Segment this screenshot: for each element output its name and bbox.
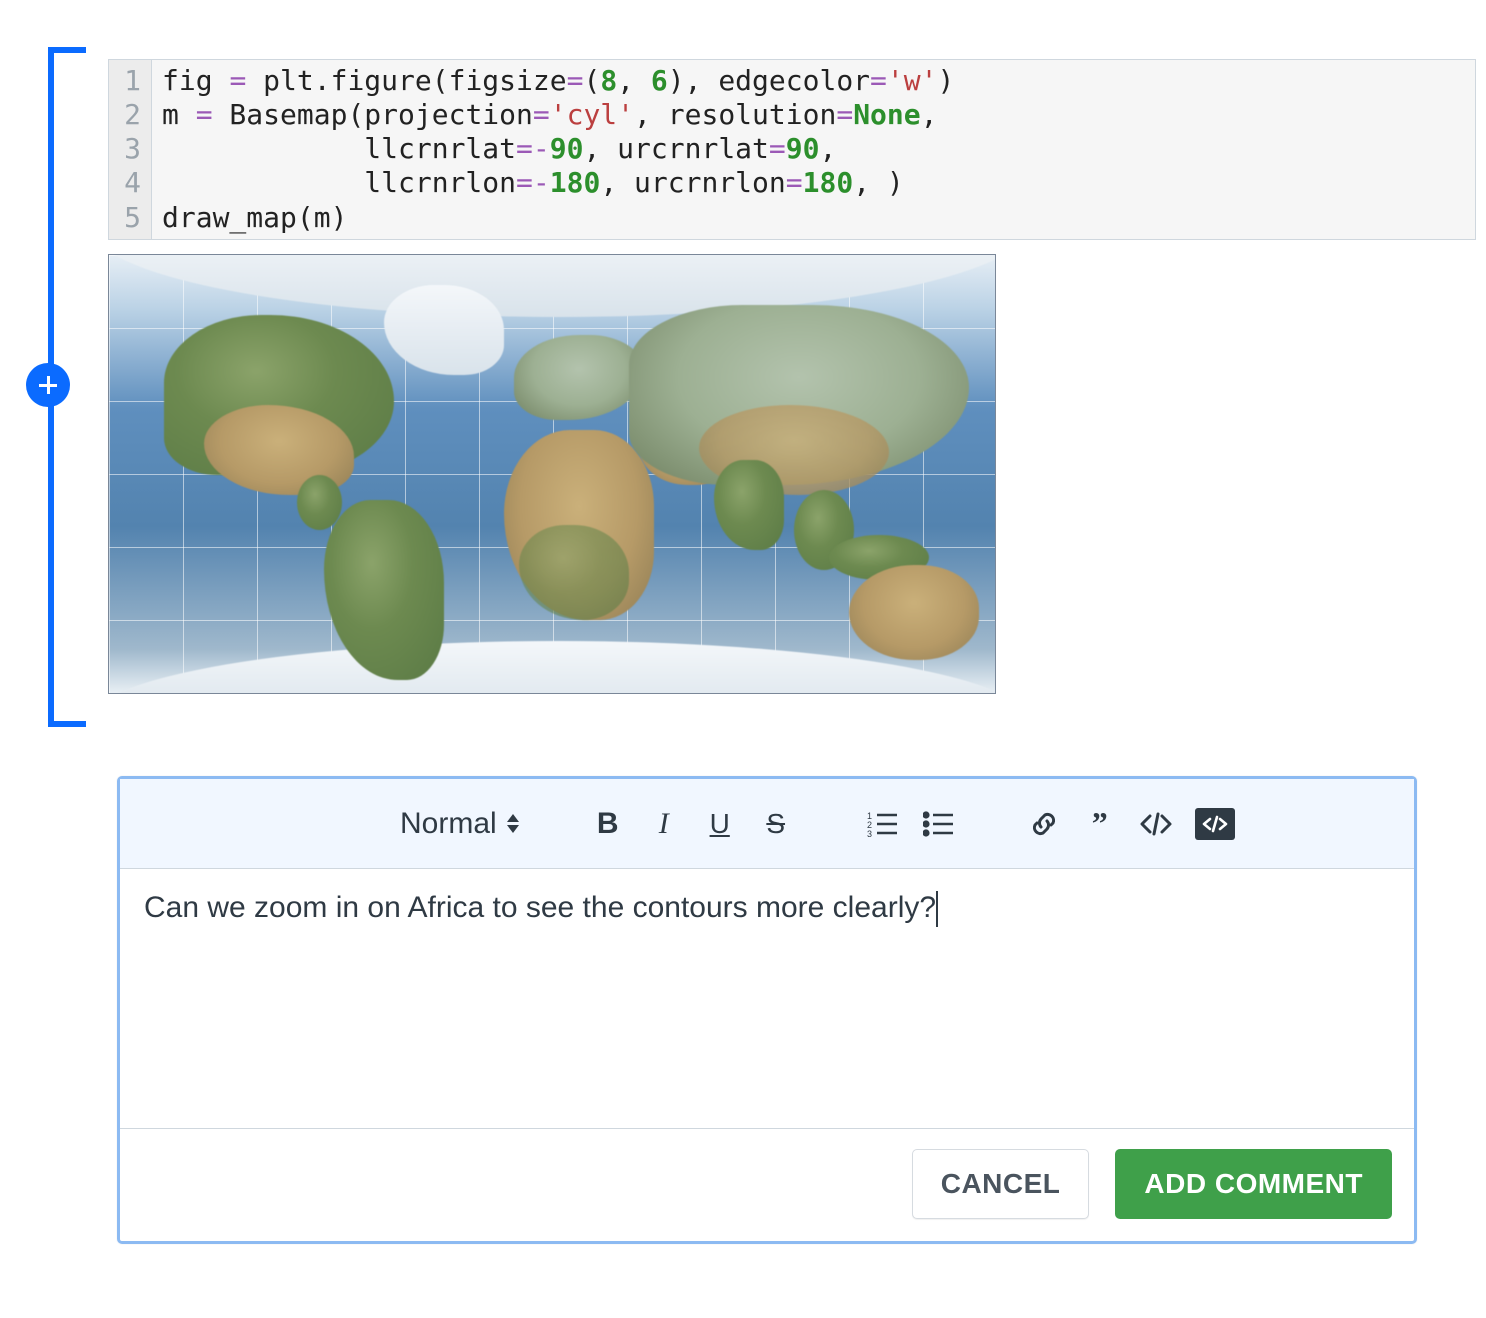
line-number: 4 [119, 166, 141, 200]
link-button[interactable] [1027, 807, 1061, 841]
comment-text: Can we zoom in on Africa to see the cont… [144, 891, 936, 924]
line-number: 5 [119, 201, 141, 235]
line-number: 2 [119, 98, 141, 132]
add-comment-submit-button[interactable]: ADD COMMENT [1115, 1149, 1392, 1219]
comment-toolbar: Normal B I U S 1 2 3 [120, 779, 1414, 869]
underline-button[interactable]: U [703, 807, 737, 841]
code-button[interactable] [1139, 807, 1173, 841]
line-number: 3 [119, 132, 141, 166]
comment-textarea[interactable]: Can we zoom in on Africa to see the cont… [120, 869, 1414, 1129]
heading-format-select[interactable]: Normal [400, 807, 519, 841]
cell-output [108, 254, 1476, 694]
add-comment-button[interactable] [26, 363, 70, 407]
output-world-map [108, 254, 996, 694]
comment-dialog: Normal B I U S 1 2 3 [117, 776, 1417, 1244]
comment-actions: CANCEL ADD COMMENT [120, 1129, 1414, 1241]
svg-text:3: 3 [867, 829, 872, 837]
code-cell[interactable]: 1 2 3 4 5 fig = plt.figure(figsize=(8, 6… [108, 59, 1476, 240]
ordered-list-button[interactable]: 1 2 3 [865, 807, 899, 841]
italic-button[interactable]: I [647, 807, 681, 841]
unordered-list-button[interactable] [921, 807, 955, 841]
format-select-icon [507, 814, 519, 833]
code-block-button[interactable] [1195, 808, 1235, 840]
line-number: 1 [119, 64, 141, 98]
blockquote-button[interactable]: ” [1083, 807, 1117, 841]
bold-button[interactable]: B [591, 807, 625, 841]
cancel-button[interactable]: CANCEL [912, 1149, 1090, 1219]
code-body[interactable]: fig = plt.figure(figsize=(8, 6), edgecol… [152, 60, 1475, 239]
notebook-content: 1 2 3 4 5 fig = plt.figure(figsize=(8, 6… [108, 59, 1476, 694]
format-label: Normal [400, 807, 497, 841]
line-number-gutter: 1 2 3 4 5 [109, 60, 152, 239]
strike-button[interactable]: S [759, 807, 793, 841]
